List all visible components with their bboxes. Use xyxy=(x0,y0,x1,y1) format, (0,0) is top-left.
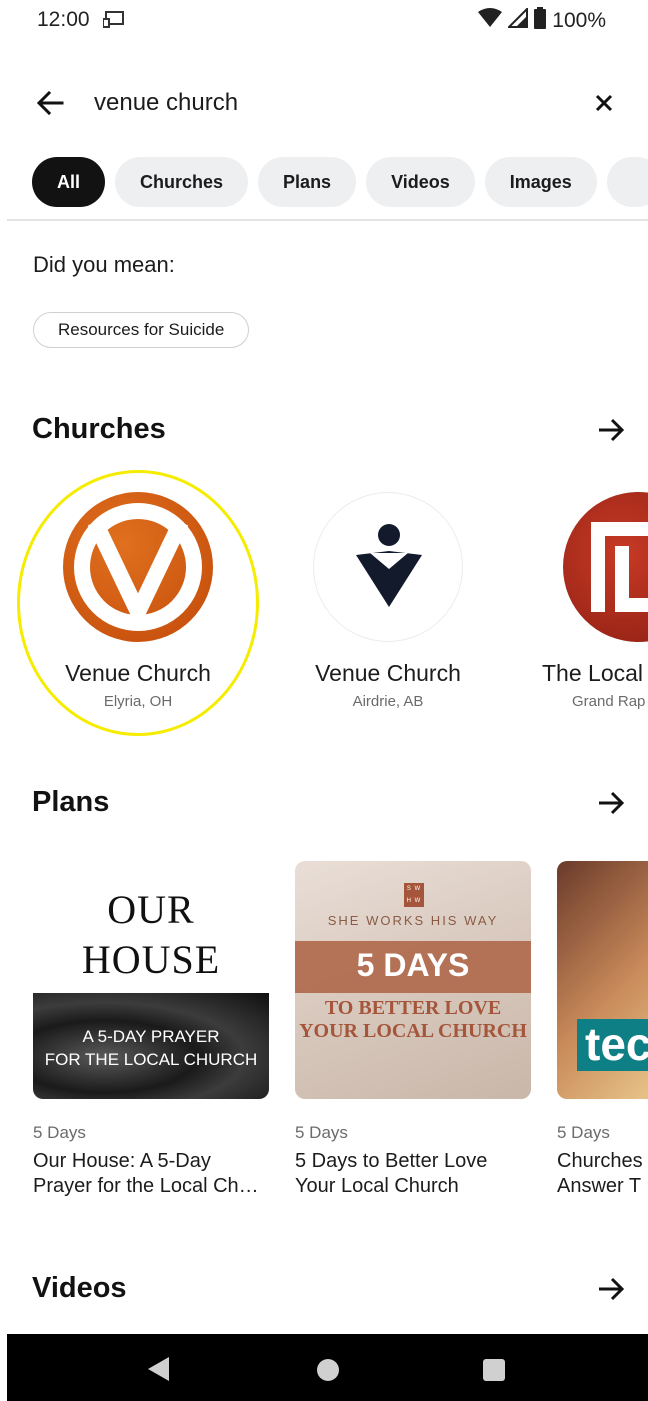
search-bar xyxy=(0,76,648,130)
plan-days: 5 Days xyxy=(557,1123,610,1142)
nav-recents-icon[interactable] xyxy=(483,1359,505,1381)
cover-line-2: HOUSE xyxy=(81,937,221,982)
videos-section-title: Videos xyxy=(32,1272,127,1304)
signal-icon xyxy=(506,6,529,33)
cover-sub-1: A 5-DAY PRAYER xyxy=(82,1027,220,1046)
cover-text: tec xyxy=(585,1018,648,1070)
status-time: 12:00 xyxy=(37,8,90,31)
plans-section-title: Plans xyxy=(32,786,110,818)
filter-chips: All Churches Plans Videos Images xyxy=(32,157,648,207)
close-icon xyxy=(595,94,613,112)
church-location: Elyria, OH xyxy=(103,693,173,710)
nav-back-icon[interactable] xyxy=(147,1356,171,1382)
back-button[interactable] xyxy=(30,86,70,120)
church-location: Grand Rap xyxy=(572,693,646,710)
church-logo xyxy=(313,492,463,642)
plan-card-churches-answer[interactable]: tec 5 Days Churches Answer T xyxy=(557,861,648,1199)
church-logo xyxy=(563,492,648,642)
cover-sub-2: FOR THE LOCAL CHURCH xyxy=(44,1050,258,1069)
arrow-right-icon xyxy=(599,791,625,815)
plan-days: 5 Days xyxy=(33,1123,86,1142)
cover-sub-1: TO BETTER LOVE xyxy=(324,997,502,1019)
church-name: Venue Church xyxy=(65,660,211,686)
cover-line-1: OUR xyxy=(107,887,195,932)
church-logo xyxy=(63,492,213,642)
plan-title: Churches Answer T xyxy=(557,1150,643,1197)
plan-card-better-love[interactable]: S W H W SHE WORKS HIS WAY 5 DAYS TO BETT… xyxy=(295,861,531,1199)
church-card-venue-airdrie[interactable]: Venue Church Airdrie, AB xyxy=(288,492,488,710)
church-name: The Local xyxy=(542,660,644,686)
search-input[interactable] xyxy=(94,85,564,121)
battery-icon xyxy=(534,7,547,34)
churches-section-title: Churches xyxy=(32,413,166,445)
plan-title: 5 Days to Better Love Your Local Church xyxy=(295,1150,488,1197)
arrow-right-icon xyxy=(599,418,625,442)
system-nav-bar xyxy=(7,1334,648,1401)
filter-chip-all[interactable]: All xyxy=(32,157,106,207)
chips-divider xyxy=(7,219,648,221)
church-card-the-local[interactable]: The Local Grand Rap xyxy=(538,492,648,710)
plan-cover: tec xyxy=(557,861,648,1099)
arrow-left-icon xyxy=(36,91,64,115)
cover-headline: 5 DAYS xyxy=(356,947,470,983)
plan-cover: OUR HOUSE A 5-DAY PRAYER FOR THE LOCAL C… xyxy=(33,861,269,1099)
brand-badge: S W H W xyxy=(404,883,424,907)
cast-icon xyxy=(102,10,125,33)
status-icons: 100% xyxy=(478,6,606,34)
plan-cover: S W H W SHE WORKS HIS WAY 5 DAYS TO BETT… xyxy=(295,861,531,1099)
church-card-venue-elyria[interactable]: Venue Church Elyria, OH xyxy=(38,492,238,710)
plans-see-all-button[interactable] xyxy=(594,786,628,820)
filter-chip-images[interactable]: Images xyxy=(484,157,597,207)
status-bar: 12:00 100% xyxy=(0,0,648,40)
churches-see-all-button[interactable] xyxy=(594,413,628,447)
plan-card-our-house[interactable]: OUR HOUSE A 5-DAY PRAYER FOR THE LOCAL C… xyxy=(33,861,269,1199)
filter-chip-plans[interactable]: Plans xyxy=(258,157,357,207)
clear-search-button[interactable] xyxy=(586,86,622,120)
filter-chip-videos[interactable]: Videos xyxy=(366,157,475,207)
did-you-mean-label: Did you mean: xyxy=(33,252,175,277)
arrow-right-icon xyxy=(599,1277,625,1301)
videos-see-all-button[interactable] xyxy=(594,1272,628,1306)
church-name: Venue Church xyxy=(315,660,461,686)
filter-chip-churches[interactable]: Churches xyxy=(115,157,249,207)
nav-home-icon[interactable] xyxy=(317,1359,339,1381)
church-location: Airdrie, AB xyxy=(352,693,424,710)
battery-percent: 100% xyxy=(552,8,606,32)
wifi-icon xyxy=(478,8,503,33)
plan-title: Our House: A 5-Day Prayer for the Local … xyxy=(33,1150,259,1197)
cover-sub-2: YOUR LOCAL CHURCH xyxy=(299,1020,527,1042)
filter-chip-more[interactable] xyxy=(606,157,648,207)
suggestion-chip[interactable]: Resources for Suicide xyxy=(33,312,250,348)
cover-brand: SHE WORKS HIS WAY xyxy=(327,913,499,928)
plan-days: 5 Days xyxy=(295,1123,348,1142)
